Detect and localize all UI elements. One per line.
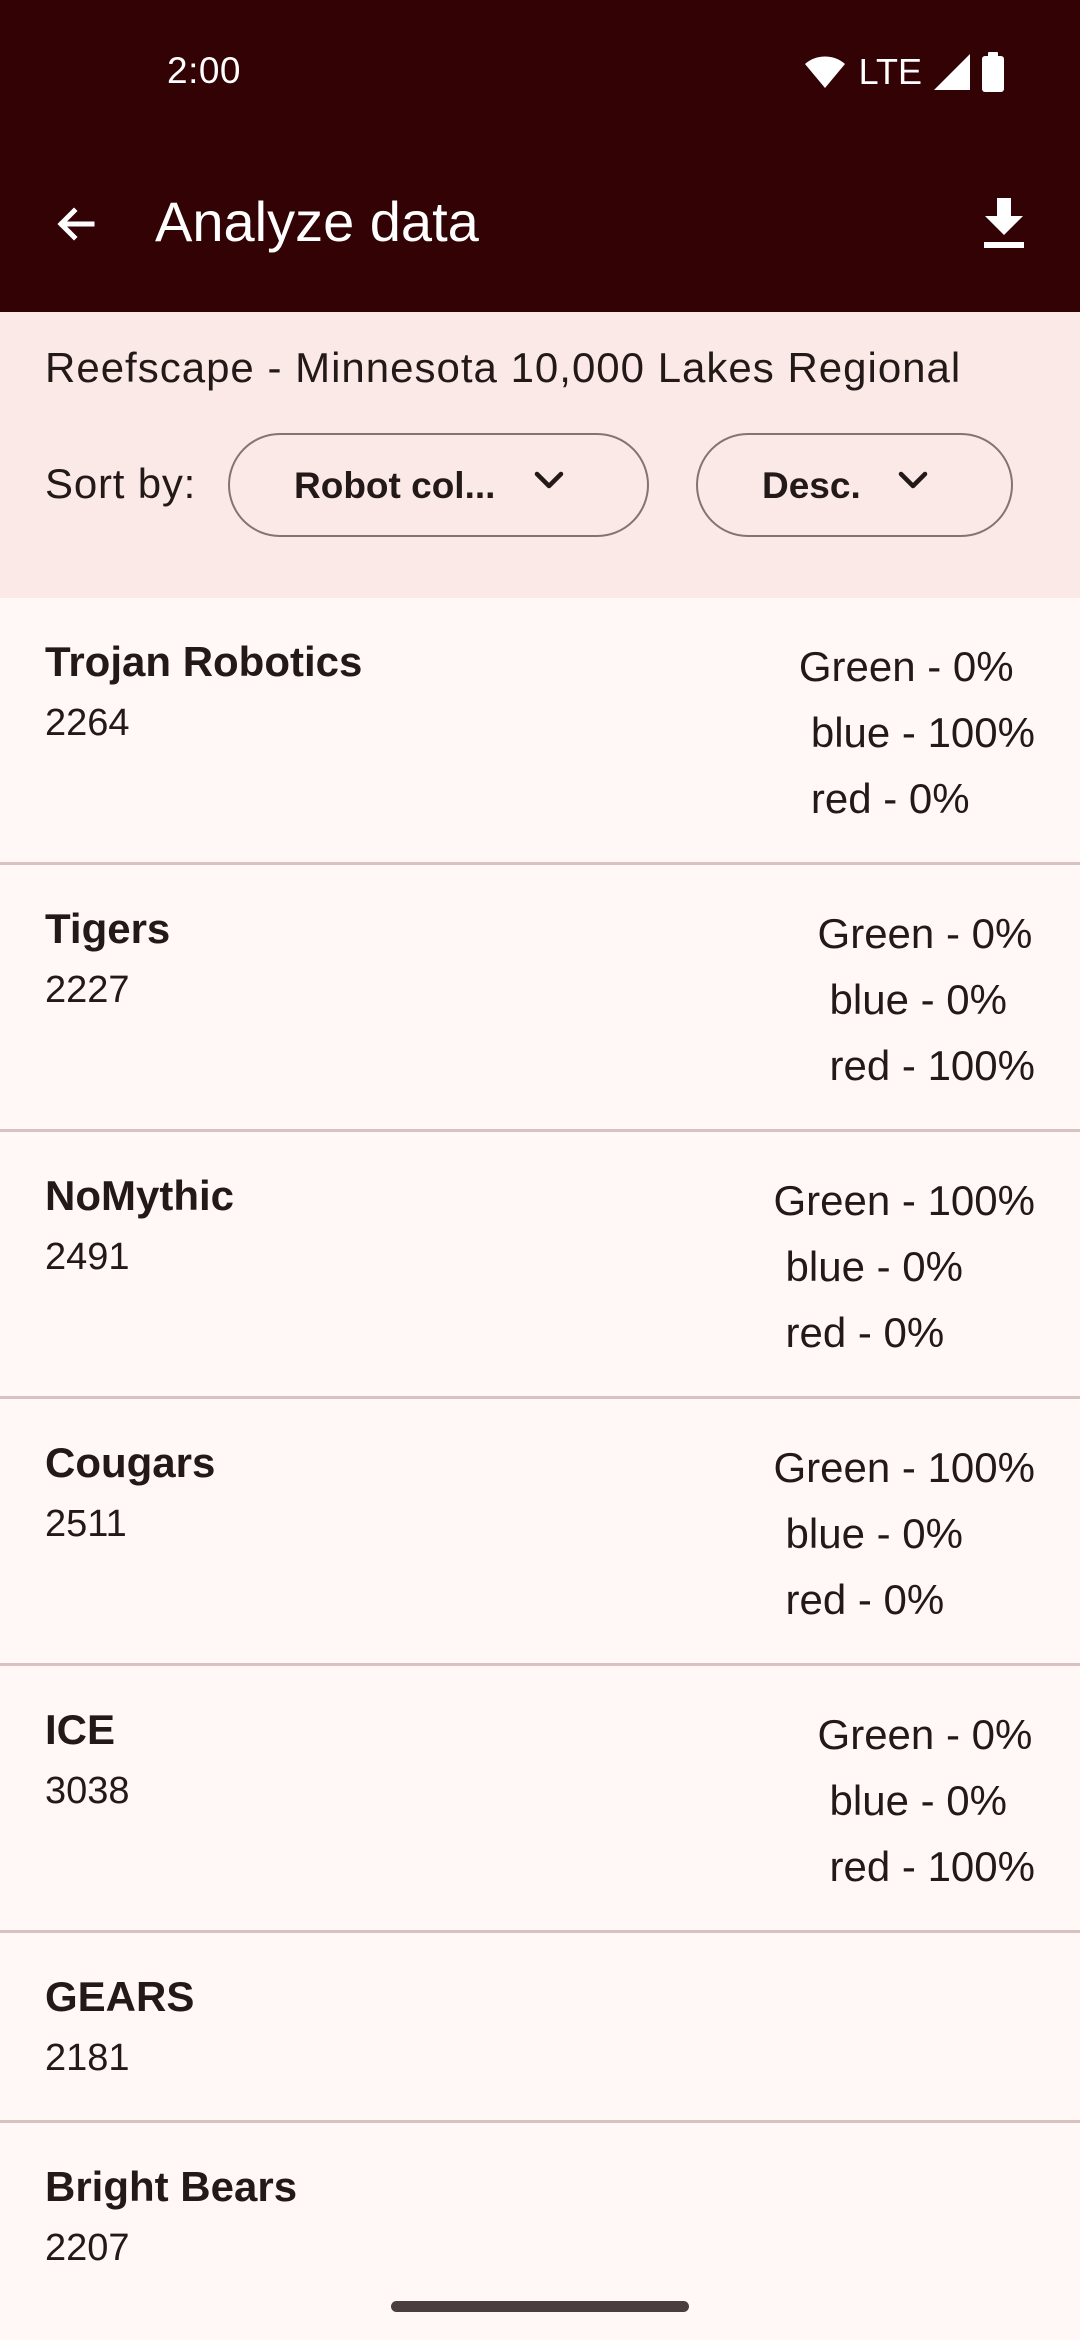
team-row[interactable]: NoMythic 2491 Green - 100% blue - 0% red… bbox=[0, 1132, 1080, 1399]
status-time: 2:00 bbox=[167, 50, 242, 91]
team-number: 2227 bbox=[45, 969, 130, 1011]
event-name: Reefscape - Minnesota 10,000 Lakes Regio… bbox=[45, 344, 962, 391]
team-name: Tigers bbox=[45, 905, 171, 952]
team-number: 2207 bbox=[45, 2227, 130, 2269]
team-name: ICE bbox=[45, 1706, 116, 1753]
team-number: 2491 bbox=[45, 1236, 130, 1278]
sort-field-value: Robot col... bbox=[294, 465, 496, 506]
arrow-back-icon bbox=[57, 207, 95, 241]
team-name: NoMythic bbox=[45, 1172, 234, 1219]
red-stat: red - 0% bbox=[785, 1576, 945, 1623]
sort-by-label: Sort by: bbox=[45, 460, 197, 507]
robot-color-stats: Green - 0% blue - 0% red - 100% bbox=[818, 1702, 1035, 1900]
team-list: Trojan Robotics 2264 Green - 0% blue - 1… bbox=[0, 598, 1080, 2313]
green-stat: Green - 100% bbox=[773, 1177, 1035, 1224]
chevron-down-icon bbox=[534, 471, 564, 489]
status-icons: LTE bbox=[804, 50, 1004, 94]
back-button[interactable] bbox=[40, 188, 112, 260]
home-indicator[interactable] bbox=[391, 2301, 689, 2312]
download-button[interactable] bbox=[968, 188, 1040, 260]
page-title: Analyze data bbox=[155, 190, 479, 253]
green-stat: Green - 100% bbox=[773, 1444, 1035, 1491]
chevron-down-icon bbox=[898, 471, 928, 489]
team-name: GEARS bbox=[45, 1973, 195, 2020]
team-number: 2511 bbox=[45, 1503, 127, 1545]
network-type: LTE bbox=[858, 51, 922, 92]
sort-order-dropdown[interactable]: Desc. bbox=[696, 433, 1013, 537]
team-row[interactable]: Tigers 2227 Green - 0% blue - 0% red - 1… bbox=[0, 865, 1080, 1132]
download-icon bbox=[984, 198, 1024, 248]
team-number: 2181 bbox=[45, 2037, 130, 2079]
blue-stat: blue - 100% bbox=[810, 709, 1035, 756]
red-stat: red - 0% bbox=[810, 775, 970, 822]
team-name: Trojan Robotics bbox=[45, 638, 363, 685]
robot-color-stats: Green - 0% blue - 100% red - 0% bbox=[799, 634, 1035, 832]
green-stat: Green - 0% bbox=[798, 643, 1014, 690]
blue-stat: blue - 0% bbox=[829, 976, 1007, 1023]
wifi-icon bbox=[804, 56, 845, 88]
team-row[interactable]: Trojan Robotics 2264 Green - 0% blue - 1… bbox=[0, 598, 1080, 865]
blue-stat: blue - 0% bbox=[785, 1510, 963, 1557]
team-name: Bright Bears bbox=[45, 2163, 298, 2210]
sort-field-dropdown[interactable]: Robot col... bbox=[228, 433, 649, 537]
team-row[interactable]: ICE 3038 Green - 0% blue - 0% red - 100% bbox=[0, 1666, 1080, 1933]
team-row[interactable]: Cougars 2511 Green - 100% blue - 0% red … bbox=[0, 1399, 1080, 1666]
green-stat: Green - 0% bbox=[817, 1711, 1033, 1758]
robot-color-stats: Green - 0% blue - 0% red - 100% bbox=[818, 901, 1035, 1099]
signal-icon bbox=[934, 54, 970, 90]
robot-color-stats: Green - 100% blue - 0% red - 0% bbox=[774, 1435, 1035, 1633]
red-stat: red - 100% bbox=[829, 1042, 1035, 1089]
team-row[interactable]: Bright Bears 2207 bbox=[0, 2123, 1080, 2313]
red-stat: red - 100% bbox=[829, 1843, 1035, 1890]
team-number: 2264 bbox=[45, 702, 130, 744]
battery-icon bbox=[982, 52, 1004, 92]
blue-stat: blue - 0% bbox=[785, 1243, 963, 1290]
red-stat: red - 0% bbox=[785, 1309, 945, 1356]
team-number: 3038 bbox=[45, 1770, 130, 1812]
sort-order-value: Desc. bbox=[762, 465, 861, 506]
top-app-bar: 2:00 LTE Analyze data bbox=[0, 0, 1080, 312]
team-row[interactable]: GEARS 2181 bbox=[0, 1933, 1080, 2123]
green-stat: Green - 0% bbox=[817, 910, 1033, 957]
team-name: Cougars bbox=[45, 1439, 216, 1486]
filter-panel: Reefscape - Minnesota 10,000 Lakes Regio… bbox=[0, 312, 1080, 598]
blue-stat: blue - 0% bbox=[829, 1777, 1007, 1824]
robot-color-stats: Green - 100% blue - 0% red - 0% bbox=[774, 1168, 1035, 1366]
